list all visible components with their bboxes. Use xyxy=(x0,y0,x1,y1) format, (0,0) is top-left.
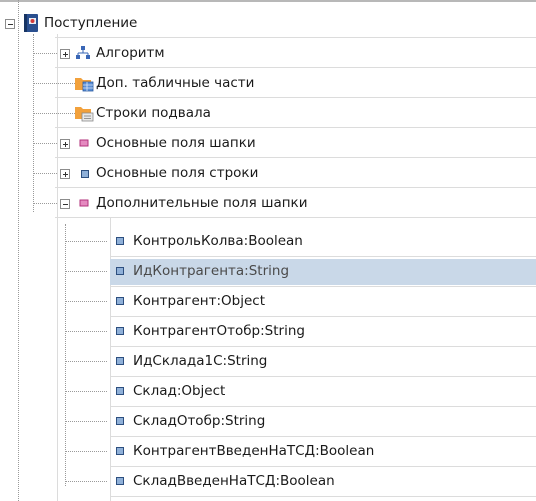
field-label: КонтрагентОтобр:String xyxy=(133,323,305,339)
row-divider xyxy=(55,97,536,98)
row-divider xyxy=(55,37,536,38)
tree-node-label: Алгоритм xyxy=(96,45,165,61)
row-divider xyxy=(110,496,536,497)
field-label: ИдКонтрагента:String xyxy=(133,263,290,279)
field-node[interactable]: Контрагент:Object xyxy=(0,286,536,316)
expand-toggle[interactable] xyxy=(60,169,70,179)
expand-toggle[interactable] xyxy=(60,49,70,59)
row-divider xyxy=(110,436,536,437)
collapse-toggle[interactable] xyxy=(5,19,15,29)
expand-toggle[interactable] xyxy=(60,139,70,149)
field-label: КонтрольКолва:Boolean xyxy=(133,233,303,249)
tree-node-root[interactable]: Поступление xyxy=(0,8,536,38)
row-divider xyxy=(110,346,536,347)
book-icon xyxy=(24,14,38,32)
tree-node-algorithm[interactable]: Алгоритм xyxy=(0,38,536,68)
row-divider xyxy=(55,187,536,188)
field-node[interactable]: Склад:Object xyxy=(0,376,536,406)
row-fields-icon xyxy=(81,170,89,178)
tree-node-label: Строки подвала xyxy=(96,105,211,121)
field-icon xyxy=(116,237,124,245)
footer-folder-icon xyxy=(75,107,94,122)
row-divider xyxy=(110,286,536,287)
table-folder-icon xyxy=(75,78,94,92)
field-node[interactable]: СкладВведенНаТСД:Boolean xyxy=(0,466,536,496)
top-border xyxy=(0,0,536,2)
tree-node-label: Основные поля строки xyxy=(96,165,259,181)
tree-left-guide xyxy=(18,0,19,501)
header-fields-icon xyxy=(79,139,89,147)
field-icon xyxy=(116,387,124,395)
row-divider xyxy=(55,67,536,68)
row-divider xyxy=(55,127,536,128)
row-divider xyxy=(110,376,536,377)
tree-node-extra-header-fields[interactable]: Дополнительные поля шапки xyxy=(0,188,536,218)
tree-node-label: Доп. табличные части xyxy=(96,75,255,91)
row-divider xyxy=(55,217,536,218)
field-icon xyxy=(116,297,124,305)
tree-node-label: Основные поля шапки xyxy=(96,135,256,151)
field-icon xyxy=(116,267,124,275)
collapse-toggle[interactable] xyxy=(60,199,70,209)
field-icon xyxy=(116,357,124,365)
field-node[interactable]: КонтрольКолва:Boolean xyxy=(0,226,536,256)
row-divider xyxy=(55,157,536,158)
row-divider xyxy=(110,316,536,317)
row-divider xyxy=(110,406,536,407)
structure-tree[interactable]: Поступление Алгоритм Доп. табличные част… xyxy=(0,0,536,501)
header-fields-icon xyxy=(79,199,89,207)
field-node[interactable]: ИдСклада1С:String xyxy=(0,346,536,376)
row-divider xyxy=(110,256,536,257)
tree-node-extra-tables[interactable]: Доп. табличные части xyxy=(0,68,536,98)
field-label: Контрагент:Object xyxy=(133,293,265,309)
tree-node-main-row-fields[interactable]: Основные поля строки xyxy=(0,158,536,188)
field-icon xyxy=(116,327,124,335)
tree-node-label: Дополнительные поля шапки xyxy=(96,195,308,211)
field-node-selected[interactable]: ИдКонтрагента:String xyxy=(0,256,536,286)
field-icon xyxy=(116,477,124,485)
field-label: ИдСклада1С:String xyxy=(133,353,268,369)
field-label: КонтрагентВведенНаТСД:Boolean xyxy=(133,443,375,459)
tree-node-main-header-fields[interactable]: Основные поля шапки xyxy=(0,128,536,158)
tree-node-label: Поступление xyxy=(44,15,138,31)
field-icon xyxy=(116,417,124,425)
algorithm-icon xyxy=(76,46,90,59)
field-node[interactable]: СкладОтобр:String xyxy=(0,406,536,436)
field-node[interactable]: КонтрагентВведенНаТСД:Boolean xyxy=(0,436,536,466)
field-label: СкладВведенНаТСД:Boolean xyxy=(133,473,335,489)
field-label: СкладОтобр:String xyxy=(133,413,266,429)
field-label: Склад:Object xyxy=(133,383,226,399)
row-divider xyxy=(110,466,536,467)
field-node[interactable]: КонтрагентОтобр:String xyxy=(0,316,536,346)
field-icon xyxy=(116,447,124,455)
tree-node-footer-rows[interactable]: Строки подвала xyxy=(0,98,536,128)
